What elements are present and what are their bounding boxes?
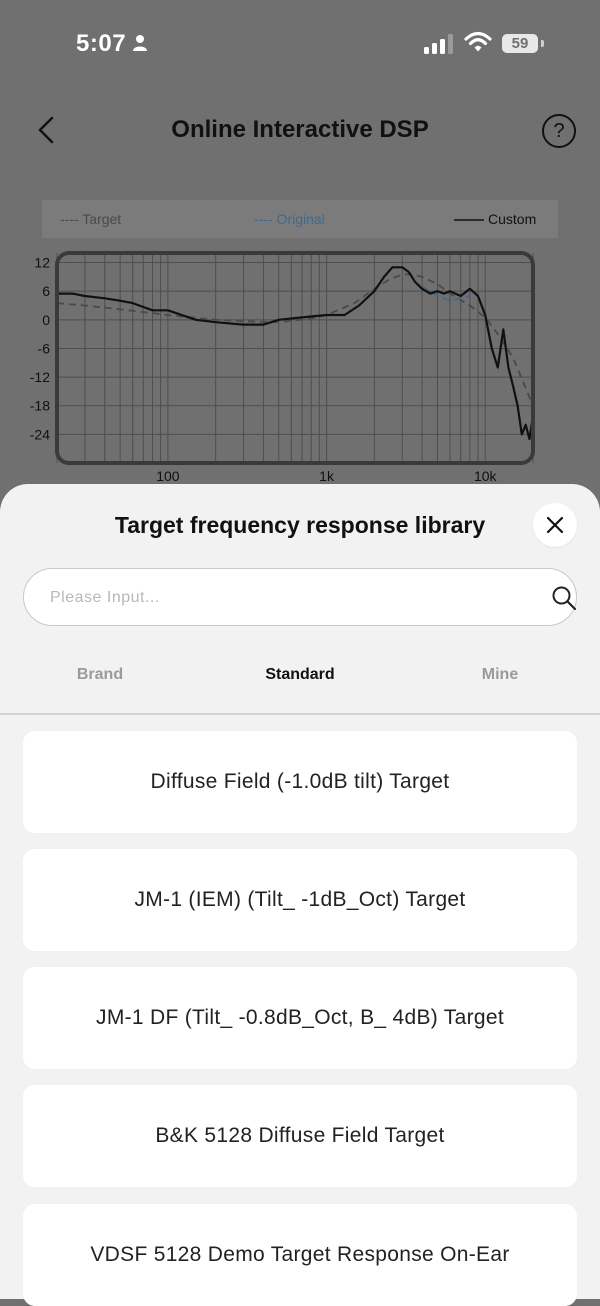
tab-standard[interactable]: Standard xyxy=(200,666,400,684)
x-tick-label: 1k xyxy=(319,468,335,484)
y-tick-label: -6 xyxy=(38,340,51,356)
wifi-icon xyxy=(464,31,492,52)
y-tick-label: 12 xyxy=(34,255,50,271)
series-custom-line xyxy=(57,266,535,441)
status-bar: 5:07 59 xyxy=(0,0,600,90)
list-item[interactable]: VDSF 5128 Demo Target Response On-Ear xyxy=(23,1204,577,1306)
tab-brand[interactable]: Brand xyxy=(0,666,200,684)
help-icon: ? xyxy=(553,120,565,142)
sheet-title: Target frequency response library xyxy=(114,512,486,538)
target-library-sheet: Target frequency response library Brand … xyxy=(0,484,600,1306)
list-item-label: VDSF 5128 Demo Target Response On-Ear xyxy=(90,1243,510,1266)
status-time: 5:07 xyxy=(76,30,127,57)
x-tick-label: 100 xyxy=(156,468,180,484)
list-item[interactable]: JM-1 DF (Tilt_ -0.8dB_Oct, B_ 4dB) Targe… xyxy=(23,967,577,1069)
list-item-label: B&K 5128 Diffuse Field Target xyxy=(155,1124,445,1147)
nav-bar: Online Interactive DSP ? xyxy=(0,100,600,160)
legend-custom: Custom xyxy=(488,211,537,227)
y-tick-label: -18 xyxy=(30,398,50,414)
close-button[interactable] xyxy=(533,503,577,547)
help-button[interactable]: ? xyxy=(542,114,576,148)
y-tick-label: 0 xyxy=(42,312,50,328)
close-icon xyxy=(546,516,564,534)
person-icon xyxy=(133,35,147,51)
tab-mine[interactable]: Mine xyxy=(400,666,600,684)
search-input[interactable] xyxy=(48,569,522,627)
list-item-label: JM-1 DF (Tilt_ -0.8dB_Oct, B_ 4dB) Targe… xyxy=(96,1006,504,1029)
list-item[interactable]: JM-1 (IEM) (Tilt_ -1dB_Oct) Target xyxy=(23,849,577,951)
legend-original: ---- Original xyxy=(254,211,325,227)
chart-legend: ---- Target ---- Original Custom xyxy=(42,200,558,238)
page-title: Online Interactive DSP xyxy=(171,116,429,143)
list-item-label: Diffuse Field (-1.0dB tilt) Target xyxy=(150,770,450,793)
x-tick-label: 10k xyxy=(474,468,498,484)
y-tick-label: -12 xyxy=(30,369,50,385)
y-tick-label: 6 xyxy=(42,283,50,299)
list-item[interactable]: B&K 5128 Diffuse Field Target xyxy=(23,1085,577,1187)
divider xyxy=(0,713,600,715)
search-box xyxy=(23,568,578,627)
battery-tip xyxy=(541,40,544,47)
list-item[interactable]: Diffuse Field (-1.0dB tilt) Target xyxy=(23,731,577,833)
battery-indicator: 59 xyxy=(502,34,538,53)
plot-frame xyxy=(55,251,535,465)
frequency-response-chart: 12 6 0 -6 -12 -18 -24 100 1k 10k xyxy=(30,251,535,484)
search-icon[interactable] xyxy=(550,584,578,612)
legend-target: ---- Target xyxy=(60,211,122,227)
list-item-label: JM-1 (IEM) (Tilt_ -1dB_Oct) Target xyxy=(134,888,466,911)
category-tabs: Brand Standard Mine xyxy=(0,654,600,698)
signal-icon xyxy=(424,34,453,54)
y-tick-label: -24 xyxy=(30,426,50,442)
legend-custom-line-icon xyxy=(454,219,484,221)
